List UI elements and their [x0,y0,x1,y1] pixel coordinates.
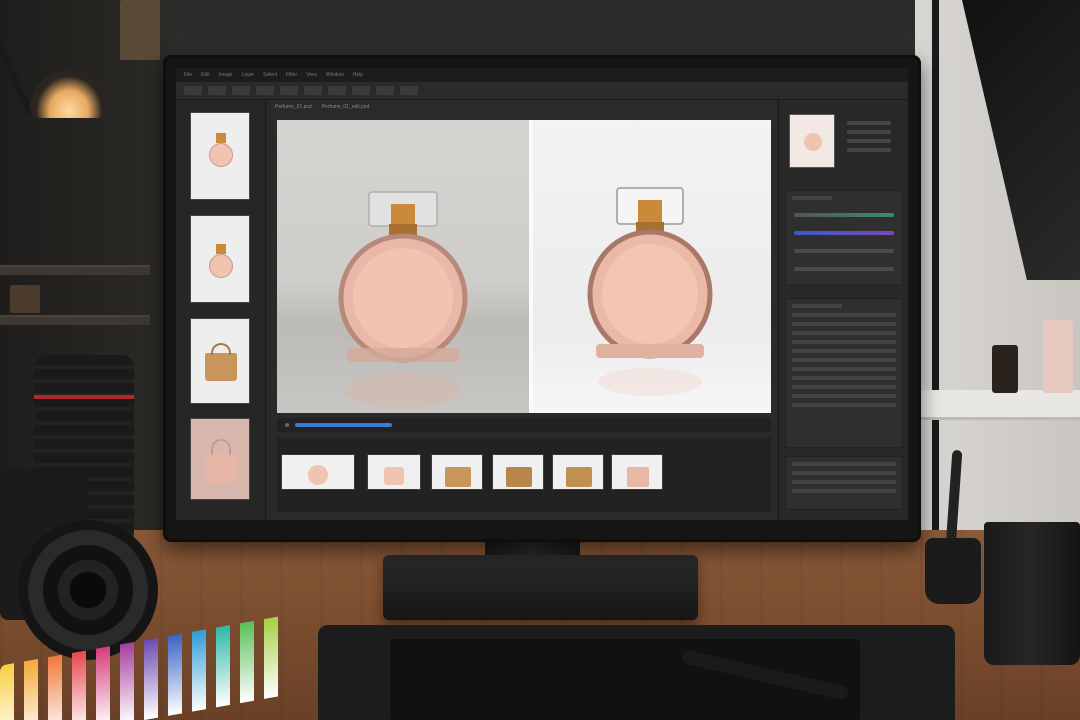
swatch-color [72,650,86,720]
menu-item[interactable]: File [184,72,192,78]
filmstrip-thumb-perfume[interactable] [281,454,355,490]
color-adjustments [785,190,903,285]
document-tab[interactable]: Perfume_01.psd [275,104,312,110]
after-image[interactable] [533,120,771,413]
select-tool-button[interactable] [208,86,226,95]
light-stand [932,0,939,530]
lens-red-ring [34,395,134,399]
small-bottle [992,345,1018,393]
text-tool-button[interactable] [328,86,346,95]
filmstrip-thumb-handbag[interactable] [552,454,604,490]
thumbnail-handbag-2[interactable] [190,418,250,500]
filmstrip-thumb-perfume[interactable] [367,454,421,490]
monitor-base [383,555,698,620]
small-bottle [1043,320,1073,393]
swatch-color [264,616,278,700]
swatch-color [240,620,254,704]
swatch-color [144,637,158,720]
lightness-slider[interactable] [794,249,894,253]
toolbar [176,82,908,100]
swatch-color [0,663,14,720]
menu-bar: File Edit Image Layer Select Filter View Window… [176,68,908,82]
navigator-preview[interactable] [789,114,835,168]
eraser-tool-button[interactable] [280,86,298,95]
before-image[interactable] [277,120,529,413]
shelf [0,265,150,275]
menu-item[interactable]: Image [219,72,233,78]
product-table [920,390,1080,420]
storage-box [10,285,40,313]
progress-fill [295,423,393,427]
layer-row[interactable] [792,489,896,493]
play-icon[interactable] [285,423,289,427]
perfume-bottle-after [587,187,713,396]
layer-row[interactable] [792,480,896,484]
layer-row[interactable] [792,471,896,475]
thumbnail-perfume-2[interactable] [190,215,250,303]
crop-tool-button[interactable] [232,86,250,95]
thumbnail-sidebar [176,100,266,520]
menu-item[interactable]: Window [326,72,344,78]
progress-bar[interactable] [277,418,771,432]
filmstrip-thumb-handbag-pink[interactable] [611,454,663,490]
export-button[interactable] [400,86,418,95]
perfume-bottle-before [338,191,468,408]
hand-tool-button[interactable] [376,86,394,95]
zoom-tool-button[interactable] [352,86,370,95]
swatch-color [48,654,62,720]
saturation-slider[interactable] [794,231,894,235]
swatch-color [96,646,110,720]
adjustments-panel [778,100,908,520]
document-tab[interactable]: Perfume_01_edit.psd [322,104,370,110]
screen: File Edit Image Layer Select Filter View Window… [176,68,908,520]
menu-item[interactable]: Help [353,72,363,78]
filmstrip-thumb-handbag[interactable] [431,454,483,490]
properties-section [785,298,903,448]
storage-box [120,0,160,60]
exposure-slider[interactable] [794,267,894,271]
navigator-section [785,106,903,176]
thumbnail-handbag-1[interactable] [190,318,250,404]
monitor: File Edit Image Layer Select Filter View Window… [163,55,921,542]
bottom-filmstrip [277,438,771,512]
thumbnail-perfume-1[interactable] [190,112,250,200]
filmstrip-thumb-handbag[interactable] [492,454,544,490]
pen-cup [984,522,1080,665]
hue-slider[interactable] [794,213,894,217]
swatch-color [24,658,38,720]
clone-tool-button[interactable] [304,86,322,95]
menu-item[interactable]: Select [263,72,277,78]
layer-row[interactable] [792,462,896,466]
swatch-color [216,625,230,708]
camera-lens [18,520,158,660]
menu-item[interactable]: Layer [242,72,255,78]
swatch-color [120,641,134,720]
canvas-area: Perfume_01.psd Perfume_01_edit.psd [267,100,777,520]
brush-tool-button[interactable] [256,86,274,95]
menu-item[interactable]: View [306,72,317,78]
layers-section [785,456,903,510]
drawing-tablet [318,625,955,720]
stylus-stand [925,538,981,604]
document-tabs: Perfume_01.psd Perfume_01_edit.psd [275,104,369,110]
move-tool-button[interactable] [184,86,202,95]
menu-item[interactable]: Filter [286,72,297,78]
shelf [0,315,150,325]
swatch-color [168,633,182,716]
swatch-color [192,629,206,712]
menu-item[interactable]: Edit [201,72,210,78]
